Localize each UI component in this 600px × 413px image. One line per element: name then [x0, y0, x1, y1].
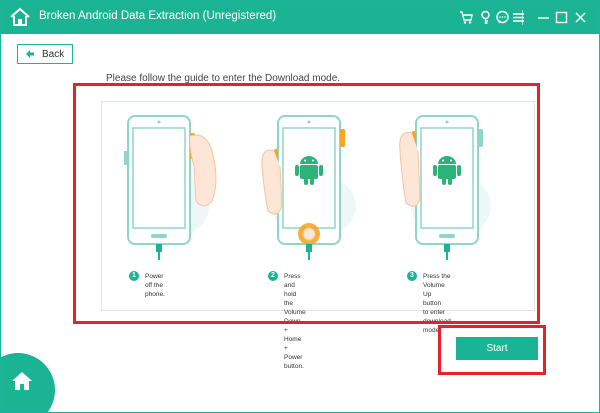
phone-volume-down-home-power-illustration [261, 115, 356, 260]
home-icon[interactable] [11, 371, 33, 391]
step-number: 2 [268, 271, 278, 281]
home-icon[interactable] [9, 7, 31, 27]
titlebar-divider [522, 10, 523, 25]
step-text: Press the Volume Up button to enter down… [423, 273, 451, 334]
cart-icon[interactable] [459, 10, 474, 25]
title-bar: Broken Android Data Extraction (Unregist… [1, 1, 599, 34]
back-arrow-icon [26, 50, 34, 58]
back-button-label: Back [42, 49, 65, 60]
close-icon[interactable] [573, 10, 588, 25]
guide-instruction: Please follow the guide to enter the Dow… [106, 73, 341, 84]
key-icon[interactable] [478, 10, 493, 25]
back-button[interactable]: Back [17, 44, 73, 64]
window-title: Broken Android Data Extraction (Unregist… [39, 10, 277, 22]
menu-icon[interactable] [511, 10, 526, 25]
maximize-icon[interactable] [554, 10, 569, 25]
chat-icon[interactable] [495, 10, 510, 25]
phone-volume-up-illustration [399, 115, 491, 260]
step-number: 3 [407, 271, 417, 281]
phone-power-off-illustration [124, 115, 217, 260]
minimize-icon[interactable] [536, 10, 551, 25]
step-text: Press and hold the Volume Down + Home + … [284, 273, 306, 370]
app-window: Broken Android Data Extraction (Unregist… [0, 0, 600, 413]
step-text: Power off the phone. [145, 273, 165, 298]
step-number: 1 [129, 271, 139, 281]
start-button[interactable]: Start [456, 337, 538, 360]
